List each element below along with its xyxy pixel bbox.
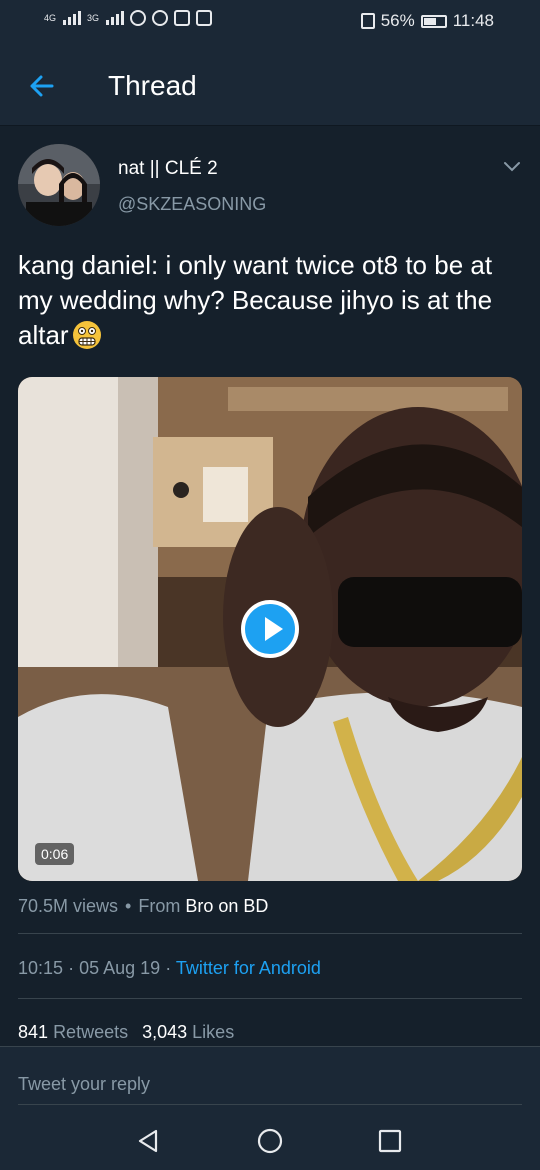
message-notification-icon: [196, 10, 213, 26]
client-link[interactable]: Twitter for Android: [176, 958, 321, 978]
image-notification-icon: [174, 10, 191, 26]
author-name[interactable]: nat || CLÉ 2: [118, 158, 218, 180]
grimacing-face-icon: [72, 321, 101, 349]
page-title: Thread: [108, 70, 197, 101]
tweet-text: kang daniel: i only want twice ot8 to be…: [18, 248, 522, 353]
status-bar: 4G 3G 56% 11:48: [0, 0, 540, 44]
retweets-label: Retweets: [53, 1022, 129, 1042]
retweets-count: 841: [18, 1022, 49, 1042]
likes-count: 3,043: [142, 1022, 188, 1042]
avatar[interactable]: [18, 144, 100, 226]
whatsapp-icon: [152, 10, 169, 26]
signal-strength-icon: [63, 11, 82, 25]
back-triangle-icon[interactable]: [134, 1126, 164, 1156]
reply-input[interactable]: [18, 1065, 522, 1105]
tweet-video[interactable]: 0:06: [18, 377, 522, 881]
recents-square-icon[interactable]: [375, 1126, 405, 1156]
signal-1-label: 4G: [44, 13, 57, 23]
app-bar: Thread: [0, 44, 540, 126]
divider: [18, 933, 522, 934]
system-nav-bar: [0, 1110, 540, 1170]
engagement-counts: 841 Retweets 3,043 Likes: [18, 1022, 234, 1043]
meta-separator: ·: [165, 958, 172, 978]
tweet-author: nat || CLÉ 2 @SKZEASONING: [18, 144, 522, 228]
play-icon[interactable]: [241, 600, 299, 658]
vibrate-icon: [360, 13, 375, 29]
status-bar-right: 56% 11:48: [360, 11, 494, 31]
alarm-icon: [130, 10, 147, 26]
video-source-link[interactable]: Bro on BD: [185, 896, 268, 916]
arrow-left-icon[interactable]: [24, 68, 60, 104]
status-bar-left: 4G 3G: [44, 10, 213, 26]
signal-strength-icon: [106, 11, 125, 25]
views-count: 70.5M views: [18, 896, 119, 916]
home-circle-icon[interactable]: [255, 1126, 285, 1156]
battery-percent: 56%: [380, 11, 415, 30]
video-duration: 0:06: [35, 843, 75, 865]
views-line: 70.5M views • From Bro on BD: [18, 896, 268, 917]
status-time: 11:48: [452, 11, 494, 30]
divider: [18, 998, 522, 999]
tweet-date: 05 Aug 19: [79, 958, 161, 978]
battery-icon: [420, 14, 447, 28]
tweet-timestamp: 10:15 · 05 Aug 19 · Twitter for Android: [18, 958, 321, 979]
likes-label: Likes: [192, 1022, 235, 1042]
reply-bar: [0, 1046, 540, 1110]
views-separator: •: [125, 896, 132, 916]
avatar-photo: [18, 144, 100, 226]
author-handle[interactable]: @SKZEASONING: [118, 194, 266, 215]
meta-separator: ·: [68, 958, 75, 978]
from-label: From: [138, 896, 181, 916]
likes-stat[interactable]: 3,043 Likes: [142, 1022, 234, 1042]
chevron-down-icon[interactable]: [502, 156, 522, 176]
retweets-stat[interactable]: 841 Retweets: [18, 1022, 128, 1042]
tweet-time: 10:15: [18, 958, 64, 978]
signal-2-label: 3G: [87, 13, 100, 23]
